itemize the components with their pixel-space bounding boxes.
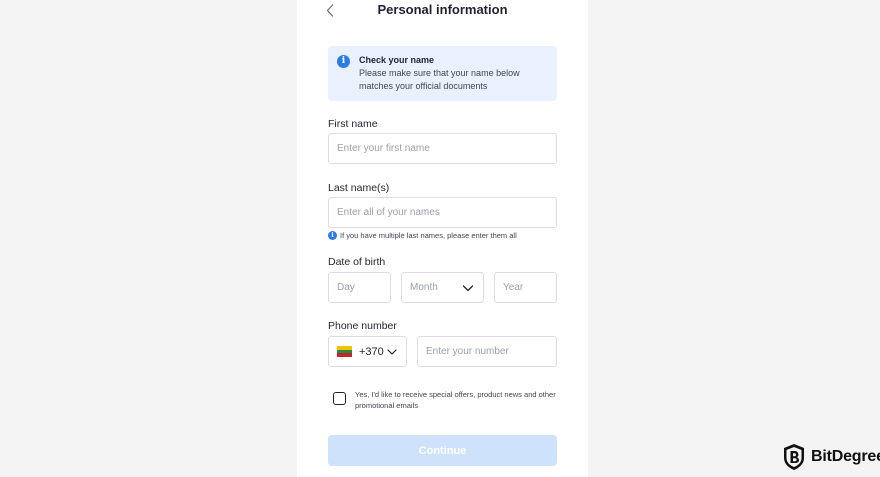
dob-year-input[interactable]: Year — [494, 272, 557, 303]
promo-consent-checkbox[interactable] — [333, 392, 346, 405]
first-name-label: First name — [328, 118, 378, 130]
bitdegree-logo-icon — [784, 444, 804, 470]
last-name-hint: i If you have multiple last names, pleas… — [328, 231, 517, 240]
chevron-down-icon — [462, 285, 474, 292]
lithuania-flag-icon — [337, 346, 352, 358]
notice-text: Please make sure that your name below ma… — [359, 68, 520, 91]
dob-day-input[interactable]: Day — [328, 272, 391, 303]
header: Personal information — [297, 0, 588, 22]
year-placeholder: Year — [503, 282, 524, 293]
hint-text: If you have multiple last names, please … — [340, 231, 517, 240]
page-title: Personal information — [377, 2, 508, 17]
phone-placeholder: Enter your number — [426, 346, 509, 357]
last-name-placeholder: Enter all of your names — [337, 207, 440, 218]
name-notice: i Check your name Please make sure that … — [328, 46, 557, 101]
info-icon: i — [328, 231, 337, 240]
month-placeholder: Month — [410, 282, 438, 293]
dob-label: Date of birth — [328, 256, 386, 268]
notice-title: Check your name — [359, 55, 435, 65]
personal-info-panel: Personal information i Check your name P… — [297, 0, 588, 477]
continue-button[interactable]: Continue — [328, 435, 557, 466]
phone-label: Phone number — [328, 320, 397, 332]
last-name-label: Last name(s) — [328, 182, 390, 194]
phone-number-input[interactable]: Enter your number — [417, 336, 557, 367]
chevron-down-icon — [387, 348, 397, 355]
first-name-placeholder: Enter your first name — [337, 143, 430, 154]
last-name-input[interactable]: Enter all of your names — [328, 197, 557, 228]
watermark-text: BitDegree — [811, 448, 880, 465]
bitdegree-watermark: BitDegree — [782, 443, 880, 471]
country-code-select[interactable]: +370 — [328, 336, 407, 367]
country-code: +370 — [359, 345, 384, 358]
info-icon: i — [337, 55, 350, 68]
day-placeholder: Day — [337, 282, 355, 293]
promo-consent-text: Yes, I'd like to receive special offers,… — [355, 390, 556, 410]
first-name-input[interactable]: Enter your first name — [328, 133, 557, 164]
dob-month-select[interactable]: Month — [401, 272, 484, 303]
